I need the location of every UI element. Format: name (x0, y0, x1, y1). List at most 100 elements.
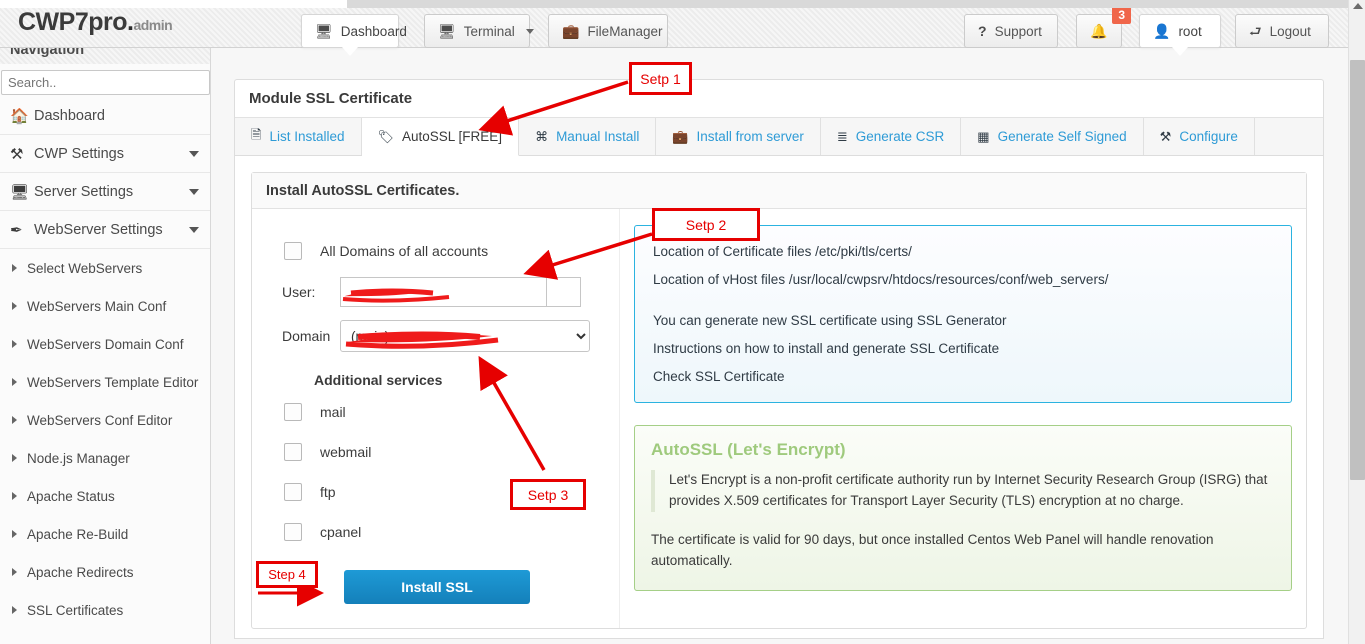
support-label: Support (994, 23, 1042, 39)
monitor-icon: 🖥 (315, 23, 333, 39)
sidebar-sub-label: SSL Certificates (27, 602, 124, 618)
chevron-down-icon (525, 28, 534, 34)
user-lookup-button[interactable] (546, 277, 581, 307)
webmail-checkbox[interactable] (284, 443, 302, 461)
sidebar-sub-label: Apache Re-Build (27, 526, 129, 542)
domain-field-row: Domain (main) (282, 320, 619, 352)
logout-button[interactable]: ⮐ Logout (1235, 14, 1329, 48)
user-menu-button[interactable]: 👤 root (1139, 14, 1221, 56)
user-label: User: (282, 284, 316, 300)
info-line-check-ssl[interactable]: Check SSL Certificate (653, 369, 1273, 384)
chevron-right-icon (12, 378, 17, 386)
sidebar-group-label: Dashboard (34, 107, 105, 124)
sidebar-item-webservers-template-editor[interactable]: WebServers Template Editor (0, 363, 210, 401)
mail-checkbox[interactable] (284, 403, 302, 421)
chevron-right-icon (12, 530, 17, 538)
sidebar: Navigation 🏠 Dashboard ⚒ CWP Settings 🖥 … (0, 48, 211, 644)
brand-name: CWP7pro (18, 8, 128, 36)
tab-autossl-free[interactable]: 🏷 AutoSSL [FREE] (361, 118, 520, 156)
sidebar-item-ssl-certificates[interactable]: SSL Certificates (0, 591, 210, 629)
user-input[interactable] (340, 277, 546, 307)
sidebar-item-server-settings[interactable]: 🖥 Server Settings (0, 173, 210, 211)
briefcase-icon: 💼 (672, 128, 689, 144)
nav-filemanager-button[interactable]: 💼 FileManager (548, 14, 668, 48)
info-column: Location of Certificate files /etc/pki/t… (620, 209, 1306, 628)
card-heading: Install AutoSSL Certificates. (252, 173, 1306, 209)
briefcase-icon: 💼 (562, 23, 580, 39)
sidebar-search-wrapper (0, 70, 210, 95)
sidebar-sub-label: Select WebServers (27, 260, 143, 276)
notifications-button[interactable]: 🔔 3 (1076, 6, 1131, 48)
service-label: cpanel (320, 524, 362, 540)
search-input[interactable] (1, 70, 210, 95)
sidebar-item-apache-rebuild[interactable]: Apache Re-Build (0, 515, 210, 553)
info-line-instructions[interactable]: Instructions on how to install and gener… (653, 341, 1273, 356)
service-label: webmail (320, 444, 372, 460)
sidebar-group-label: WebServer Settings (34, 221, 163, 238)
tools-icon: ⚒ (10, 145, 24, 163)
tab-label: Generate Self Signed (997, 129, 1127, 144)
sidebar-sub-label: WebServers Template Editor (27, 374, 199, 390)
scroll-up-arrow-icon[interactable] (1353, 3, 1363, 9)
wrench-icon: ✒ (10, 221, 23, 239)
sidebar-group-label: Server Settings (34, 183, 134, 200)
install-autossl-card: Install AutoSSL Certificates. All Domain… (251, 172, 1307, 629)
all-domains-checkbox[interactable] (284, 242, 302, 260)
tab-list-installed[interactable]: 🗎 List Installed (235, 118, 362, 155)
sidebar-sub-label: Apache Status (27, 488, 115, 504)
tools-icon: ⚒ (1159, 128, 1172, 144)
sidebar-sub-label: WebServers Domain Conf (27, 336, 184, 352)
question-mark-icon: ? (978, 23, 987, 39)
info-line-ssl-generator[interactable]: You can generate new SSL certificate usi… (653, 313, 1273, 328)
tab-manual-install[interactable]: ⌘ Manual Install (519, 118, 657, 155)
module-tabs: 🗎 List Installed 🏷 AutoSSL [FREE] ⌘ Manu… (235, 118, 1323, 156)
tab-configure[interactable]: ⚒ Configure (1143, 118, 1255, 155)
sidebar-item-nodejs-manager[interactable]: Node.js Manager (0, 439, 210, 477)
annotation-setp-3: Setp 3 (510, 479, 586, 510)
page-title: Module SSL Certificate (235, 80, 1323, 118)
certificate-icon: ▦ (977, 128, 990, 144)
sidebar-item-cwp-settings[interactable]: ⚒ CWP Settings (0, 135, 210, 173)
sidebar-item-dashboard[interactable]: 🏠 Dashboard (0, 97, 210, 135)
user-field-row: User: (282, 277, 619, 307)
nav-terminal-button[interactable]: 🖥 Terminal (424, 14, 534, 48)
sidebar-sub-label: Apache Redirects (27, 564, 134, 580)
domain-select[interactable]: (main) (340, 320, 590, 352)
sidebar-item-webservers-conf-editor[interactable]: WebServers Conf Editor (0, 401, 210, 439)
certificate-info-box: Location of Certificate files /etc/pki/t… (634, 225, 1292, 403)
nav-dashboard-button[interactable]: 🖥 Dashboard (301, 14, 407, 56)
sidebar-item-webservers-domain-conf[interactable]: WebServers Domain Conf (0, 325, 210, 363)
user-icon: 👤 (1153, 23, 1171, 39)
card-body: All Domains of all accounts User: Domain… (252, 209, 1306, 628)
cpanel-checkbox[interactable] (284, 523, 302, 541)
tab-install-from-server[interactable]: 💼 Install from server (656, 118, 821, 155)
window-top-strip-left (0, 0, 347, 8)
logout-label: Logout (1269, 23, 1311, 39)
info-line: Location of Certificate files /etc/pki/t… (653, 244, 912, 259)
sidebar-item-webserver-settings[interactable]: ✒ WebServer Settings (0, 211, 210, 249)
brand-logo: CWP7pro.admin (18, 8, 173, 37)
bell-icon: 🔔 (1090, 23, 1108, 39)
sidebar-item-select-webservers[interactable]: Select WebServers (0, 249, 210, 287)
scrollbar-thumb[interactable] (1350, 60, 1365, 480)
install-ssl-button[interactable]: Install SSL (344, 570, 530, 604)
tab-generate-csr[interactable]: ≣ Generate CSR (820, 118, 962, 155)
brand-admin: admin (133, 17, 173, 33)
service-row-mail: mail (284, 392, 619, 432)
chevron-right-icon (12, 340, 17, 348)
ftp-checkbox[interactable] (284, 483, 302, 501)
sliders-icon: ≣ (836, 128, 848, 144)
chevron-down-icon (189, 151, 199, 157)
service-row-cpanel: cpanel (284, 512, 619, 552)
sidebar-item-apache-redirects[interactable]: Apache Redirects (0, 553, 210, 591)
support-button[interactable]: ? Support (964, 14, 1058, 48)
tab-label: Generate CSR (855, 129, 945, 144)
page-scrollbar[interactable] (1348, 0, 1365, 644)
tab-label: AutoSSL [FREE] (402, 129, 503, 144)
tab-generate-self-signed[interactable]: ▦ Generate Self Signed (961, 118, 1144, 155)
document-icon: 🗎 (251, 126, 262, 142)
sidebar-item-webservers-main-conf[interactable]: WebServers Main Conf (0, 287, 210, 325)
server-icon: 🖥 (10, 183, 30, 201)
sidebar-item-apache-status[interactable]: Apache Status (0, 477, 210, 515)
chevron-right-icon (12, 606, 17, 614)
